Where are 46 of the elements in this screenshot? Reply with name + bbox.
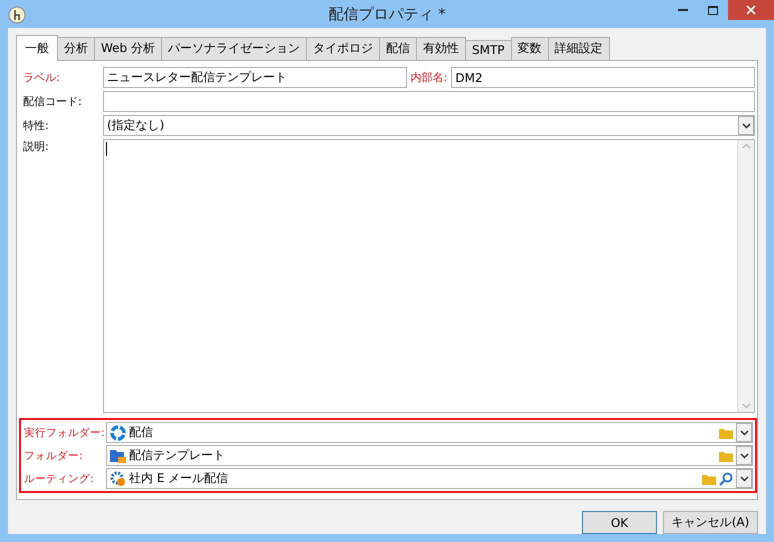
caret-icon xyxy=(740,452,748,458)
close-button[interactable] xyxy=(728,0,774,20)
field-label: フォルダー: xyxy=(24,448,84,462)
tab[interactable]: 変数 xyxy=(510,37,549,60)
field-label: 説明: xyxy=(23,139,50,155)
window-title: 配信プロパティ * xyxy=(327,4,447,24)
folder-mail-icon xyxy=(110,448,126,464)
dropdown-button[interactable] xyxy=(736,446,752,465)
tab[interactable]: タイポロジ xyxy=(306,37,380,60)
dropdown-button[interactable] xyxy=(736,469,752,488)
tab[interactable]: パーソナライゼーション xyxy=(160,37,307,60)
ok-button[interactable]: OK xyxy=(582,511,657,534)
delivery-code-field[interactable] xyxy=(103,91,755,112)
caret-icon xyxy=(740,430,748,436)
tab[interactable]: 一般 xyxy=(16,35,58,61)
minimize-icon xyxy=(678,9,688,11)
field-label: ラベル: xyxy=(23,70,61,85)
tab[interactable]: 分析 xyxy=(57,37,95,60)
cancel-button[interactable]: キャンセル(A) xyxy=(663,511,758,534)
internal-name-field[interactable]: DM2 xyxy=(451,67,755,88)
folder-field[interactable]: 配信テンプレート xyxy=(106,445,753,466)
nature-dropdown[interactable]: (指定なし) xyxy=(103,115,755,136)
caret-icon xyxy=(742,122,750,128)
dropdown-button[interactable] xyxy=(738,116,754,135)
lifebuoy-icon xyxy=(110,424,126,440)
field-label: 内部名: xyxy=(410,70,448,85)
caret-icon xyxy=(740,476,748,482)
gear-globe-icon xyxy=(110,470,126,486)
tab[interactable]: 配信 xyxy=(378,37,417,60)
dropdown-button[interactable] xyxy=(736,423,752,442)
maximize-icon xyxy=(708,6,718,14)
field-label: 配信コード: xyxy=(23,94,83,109)
description-field[interactable] xyxy=(103,139,755,413)
search-icon[interactable] xyxy=(719,472,733,486)
field-label: 特性: xyxy=(23,118,50,133)
tab[interactable]: 有効性 xyxy=(416,37,466,60)
tab[interactable]: Web 分析 xyxy=(94,37,162,60)
field-label: 実行フォルダー: xyxy=(24,426,102,440)
field-label: ルーティング: xyxy=(24,472,95,486)
app-icon xyxy=(8,6,26,24)
folder-field[interactable]: 社内 E メール配信 xyxy=(106,468,753,489)
label-field[interactable]: ニュースレター配信テンプレート xyxy=(103,67,407,88)
tab[interactable]: SMTP xyxy=(464,40,512,60)
folder-field[interactable]: 配信 xyxy=(106,422,753,443)
tab[interactable]: 詳細設定 xyxy=(548,37,610,60)
close-icon xyxy=(746,5,756,15)
